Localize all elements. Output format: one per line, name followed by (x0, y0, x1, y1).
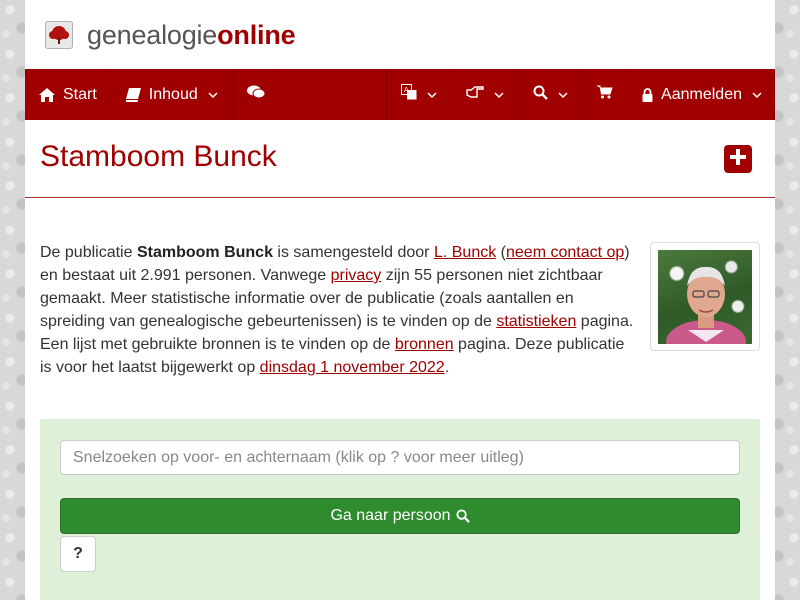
page-container: genealogieonline Start Inhoud A Aanmelde… (25, 0, 775, 600)
nav-inhoud[interactable]: Inhoud (112, 69, 233, 120)
last-updated-link[interactable]: dinsdag 1 november 2022 (260, 359, 445, 376)
main-navbar: Start Inhoud A Aanmelden (25, 69, 775, 120)
nav-search[interactable] (519, 69, 584, 120)
privacy-link[interactable]: privacy (331, 267, 382, 284)
lock-icon (642, 87, 653, 102)
nav-pointer[interactable] (452, 69, 520, 120)
nav-spacer (280, 69, 388, 120)
nav-language[interactable]: A (387, 69, 453, 120)
search-icon (455, 509, 470, 523)
search-icon (533, 85, 548, 105)
author-photo (658, 250, 752, 344)
nav-chat[interactable] (233, 69, 280, 120)
publication-name: Stamboom Bunck (136, 244, 273, 261)
nav-inhoud-label: Inhoud (148, 85, 198, 103)
tree-icon (45, 21, 73, 49)
quick-search-panel: Ga naar persoon ? (40, 419, 760, 600)
sources-link[interactable]: bronnen (395, 336, 454, 353)
svg-text:A: A (404, 87, 409, 94)
publication-intro: De publicatie Stamboom Bunck is samenges… (40, 244, 634, 376)
nav-start-label: Start (63, 85, 97, 103)
expand-button[interactable] (724, 145, 752, 173)
book-icon (125, 87, 141, 102)
translate-icon: A (401, 84, 417, 105)
author-photo-frame[interactable] (650, 242, 760, 351)
brand-name: genealogieonline (87, 19, 296, 50)
nav-cart[interactable] (583, 69, 629, 120)
search-help-button[interactable]: ? (60, 536, 96, 572)
page-title: Stamboom Bunck (40, 140, 277, 173)
go-to-person-button[interactable]: Ga naar persoon (60, 498, 740, 534)
chevron-down-icon (752, 91, 762, 98)
chevron-down-icon (427, 91, 437, 98)
go-to-person-label: Ga naar persoon (330, 507, 451, 524)
title-divider (25, 197, 775, 198)
home-icon (39, 87, 55, 102)
statistics-link[interactable]: statistieken (496, 313, 576, 330)
chevron-down-icon (494, 91, 504, 98)
nav-start[interactable]: Start (25, 69, 112, 120)
chevron-down-icon (208, 91, 218, 98)
plus-icon (729, 148, 747, 171)
quick-search-input[interactable] (60, 440, 740, 475)
contact-link[interactable]: neem contact op (506, 244, 624, 261)
hand-point-right-icon (466, 85, 484, 104)
author-link[interactable]: L. Bunck (434, 244, 496, 261)
shopping-cart-icon (597, 85, 613, 104)
comments-icon (246, 85, 266, 104)
chevron-down-icon (558, 91, 568, 98)
nav-login[interactable]: Aanmelden (628, 69, 775, 120)
nav-login-label: Aanmelden (661, 85, 742, 103)
brand[interactable]: genealogieonline (45, 18, 296, 52)
title-row: Stamboom Bunck (40, 140, 760, 180)
